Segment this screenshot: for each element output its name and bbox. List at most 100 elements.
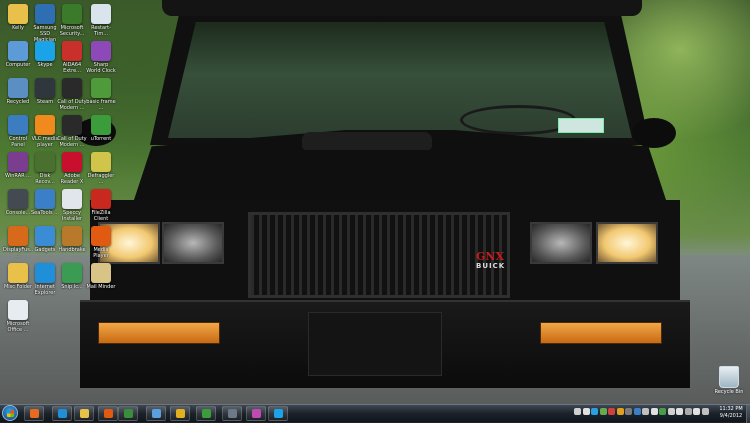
desktop-shortcut[interactable]: Skype <box>30 41 60 68</box>
desktop-shortcut-label: Snip Ic... <box>61 284 83 290</box>
desktop-shortcut[interactable]: Microsoft Security... <box>57 4 87 37</box>
taskbar-task-manager-button[interactable] <box>146 406 166 421</box>
desktop-shortcut[interactable]: uTorrent <box>86 115 116 142</box>
desktop-shortcut-label: DisplayFus... <box>3 247 33 259</box>
tray-icon[interactable] <box>650 408 658 415</box>
car-plate-holder <box>308 312 442 376</box>
tray-icon[interactable] <box>642 408 649 415</box>
restart-timer-icon <box>91 4 111 24</box>
desktop-shortcut[interactable]: Steam <box>30 78 60 105</box>
paint-icon <box>252 409 261 418</box>
desktop-shortcut-label: Adobe Reader X <box>60 173 84 185</box>
desktop-shortcut[interactable]: Internet Explorer <box>30 263 60 296</box>
tray-icon[interactable] <box>676 408 683 415</box>
desktop-shortcut[interactable]: Microsoft Office ... <box>3 300 33 333</box>
desktop-shortcut-label: Restart-Tim... <box>91 25 111 37</box>
desktop-shortcut[interactable]: Defraggler ... <box>86 152 116 185</box>
tray-icon[interactable] <box>616 408 624 415</box>
utorrent-icon <box>91 115 111 135</box>
desktop-shortcut[interactable]: Media Player <box>86 226 116 259</box>
desktop-shortcut-label: Gadgets <box>34 247 56 253</box>
recycle-bin-label: Recycle Bin <box>714 389 744 395</box>
desktop-shortcut[interactable]: SeaTools ... <box>30 189 60 216</box>
desktop-shortcut-label: SeaTools ... <box>31 210 59 216</box>
desktop-shortcut[interactable]: Call of Duty Modern ... <box>57 115 87 148</box>
vlc-icon <box>35 115 55 135</box>
tray-icon[interactable] <box>582 408 590 415</box>
desktop-shortcut-label: Recycled <box>6 99 30 105</box>
tray-icon[interactable] <box>625 408 632 415</box>
desktop-shortcut[interactable]: VLC media player <box>30 115 60 148</box>
desktop-shortcut[interactable]: Computer <box>3 41 33 68</box>
car-window-sticker <box>558 118 604 133</box>
start-button[interactable] <box>2 405 18 421</box>
office-icon <box>8 300 28 320</box>
headlight-right-outer <box>596 222 658 264</box>
desktop-shortcut[interactable]: Call of Duty Modern ... <box>57 78 87 111</box>
car-roof <box>162 0 642 16</box>
folder-icon <box>8 263 28 283</box>
taskbar: 11:32 PM 9/4/2012 <box>0 404 750 423</box>
desktop-shortcut-label: basic frame ... <box>86 99 116 111</box>
taskbar-internet-explorer-button[interactable] <box>52 406 72 421</box>
recycle-bin-icon <box>719 366 739 388</box>
aida64-icon <box>62 41 82 61</box>
desktop-shortcut[interactable]: Kelly <box>3 4 33 31</box>
desktop-shortcut[interactable]: Handbrake <box>57 226 87 253</box>
tray-icon[interactable] <box>574 408 581 415</box>
tray-icon[interactable] <box>659 408 666 415</box>
desktop-shortcut-label: Internet Explorer <box>34 284 56 296</box>
desktop-shortcut[interactable]: Sharp World Clock <box>86 41 116 74</box>
filezilla-icon <box>91 189 111 209</box>
desktop-shortcut[interactable]: FileZilla Client <box>86 189 116 222</box>
skype-icon <box>35 41 55 61</box>
desktop-shortcut[interactable]: basic frame ... <box>86 78 116 111</box>
taskbar-media-player-button[interactable] <box>98 406 118 421</box>
tray-icon[interactable] <box>693 408 700 415</box>
desktop-shortcut[interactable]: AIDA64 Extre... <box>57 41 87 74</box>
desktop-shortcut-label: Console... <box>5 210 31 216</box>
desktop-icon-grid: Kelly Samsung SSD Magician Microsoft Secur… <box>0 0 120 404</box>
desktop-shortcut[interactable]: Restart-Tim... <box>86 4 116 37</box>
desktop-shortcut[interactable]: Disk Recov... <box>30 152 60 185</box>
desktop-shortcut[interactable]: Recycled <box>3 78 33 105</box>
snip-icon <box>62 263 82 283</box>
desktop-shortcut-label: Disk Recov... <box>35 173 55 185</box>
taskbar-firefox-button[interactable] <box>24 406 44 421</box>
taskbar-sticky-notes-button[interactable] <box>170 406 190 421</box>
taskbar-skype-button[interactable] <box>268 406 288 421</box>
taskbar-windows-media-center-button[interactable] <box>118 406 138 421</box>
desktop-shortcut[interactable]: Snip Ic... <box>57 263 87 290</box>
desktop-shortcut[interactable]: Control Panel <box>3 115 33 148</box>
desktop-shortcut[interactable]: Misc Folder <box>3 263 33 290</box>
desktop-shortcut-label: Microsoft Office ... <box>6 321 30 333</box>
taskbar-utorrent-button[interactable] <box>196 406 216 421</box>
show-desktop-button[interactable] <box>746 405 750 423</box>
sticky-notes-icon <box>176 409 185 418</box>
desktop-shortcut-label: Defraggler ... <box>87 173 115 185</box>
tray-icon[interactable] <box>701 408 709 415</box>
desktop-shortcut[interactable]: Console... <box>3 189 33 216</box>
tray-icon[interactable] <box>608 408 615 415</box>
badge-buick-text: BUICK <box>476 262 506 270</box>
desktop-shortcut[interactable]: Mail Minder <box>86 263 116 290</box>
desktop-shortcut[interactable]: Adobe Reader X <box>57 152 87 185</box>
tray-icon[interactable] <box>599 408 607 415</box>
desktop-shortcut[interactable]: WinRAR ... <box>3 152 33 179</box>
tray-icon[interactable] <box>684 408 692 415</box>
desktop-shortcut[interactable]: DisplayFus... <box>3 226 33 259</box>
ssd-magician-icon <box>35 4 55 24</box>
recycle-folder-icon <box>8 78 28 98</box>
desktop-shortcut[interactable]: Speccy Installer <box>57 189 87 222</box>
recycle-bin-shortcut[interactable]: Recycle Bin <box>714 366 744 395</box>
taskbar-steam-button[interactable] <box>222 406 242 421</box>
seatools-icon <box>35 189 55 209</box>
tray-icon[interactable] <box>591 408 598 415</box>
tray-icon[interactable] <box>667 408 675 415</box>
taskbar-clock[interactable]: 11:32 PM 9/4/2012 <box>716 406 746 420</box>
desktop-shortcut[interactable]: Samsung SSD Magician <box>30 4 60 43</box>
taskbar-paint-button[interactable] <box>246 406 266 421</box>
taskbar-explorer-button[interactable] <box>74 406 94 421</box>
desktop-shortcut[interactable]: Gadgets <box>30 226 60 253</box>
tray-icon[interactable] <box>633 408 641 415</box>
